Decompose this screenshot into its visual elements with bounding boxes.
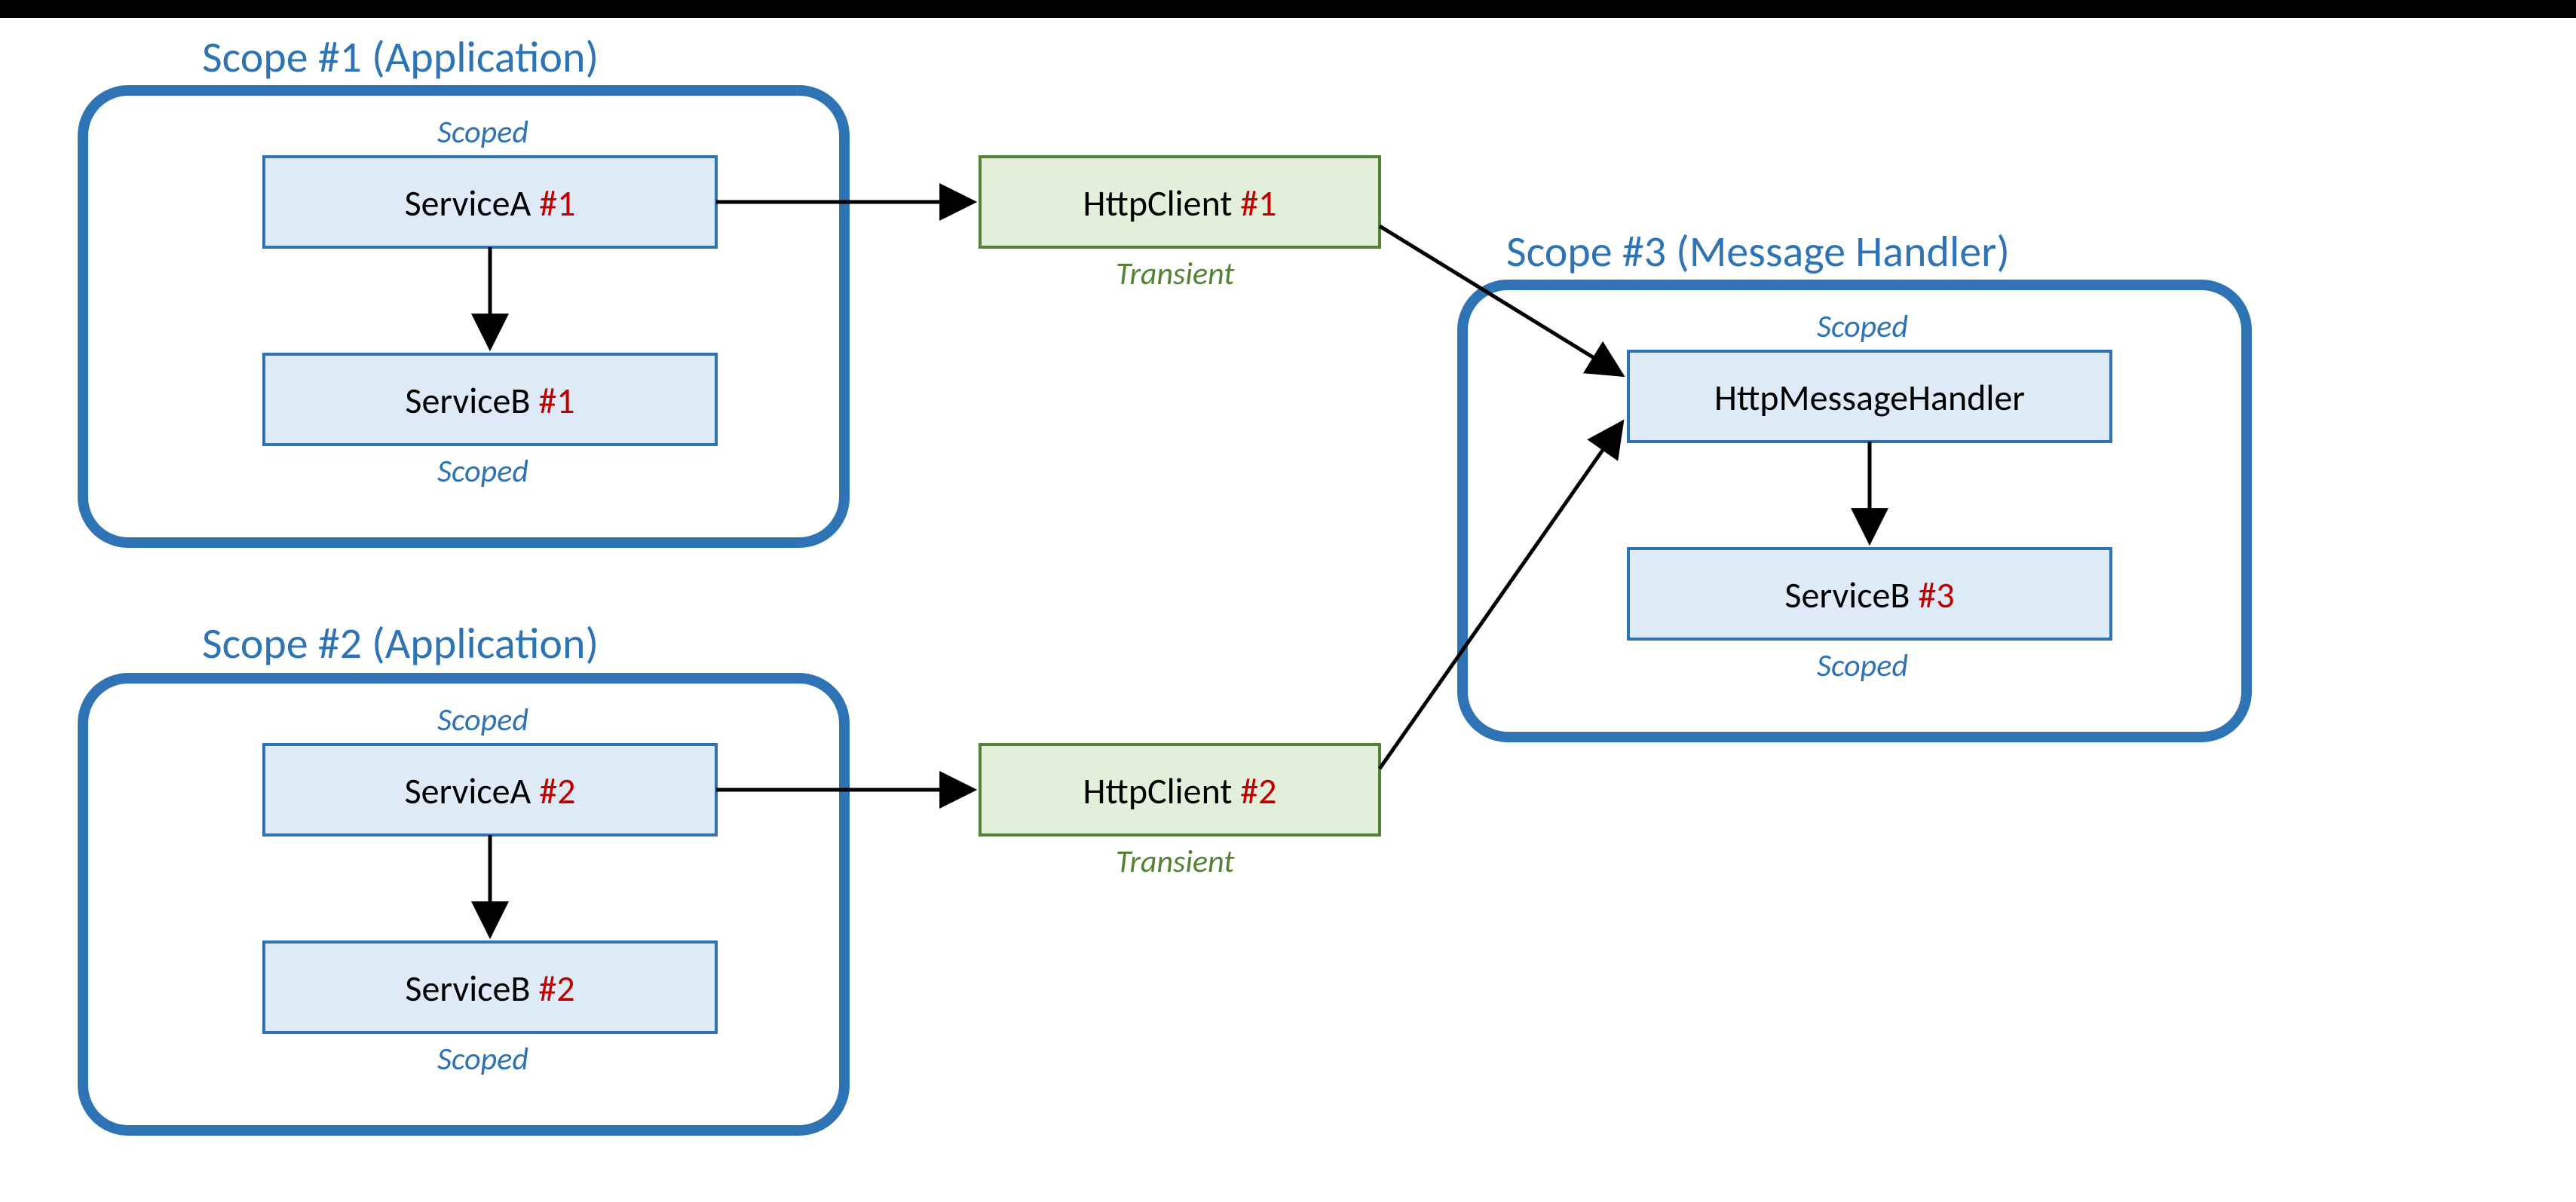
black-top-bar xyxy=(0,0,2576,18)
handler-lifetime: Scoped xyxy=(1817,307,1908,346)
serviceB3-lifetime: Scoped xyxy=(1817,647,1908,685)
handler-label: HttpMessageHandler xyxy=(1628,375,2111,420)
serviceB2-num: #2 xyxy=(538,966,574,1011)
serviceB2-lifetime: Scoped xyxy=(437,1040,528,1078)
serviceA2-label: ServiceA #2 xyxy=(264,769,716,813)
serviceA2-num: #2 xyxy=(539,769,575,813)
serviceB2-name: ServiceB xyxy=(405,966,538,1011)
serviceA1-num: #1 xyxy=(539,181,575,225)
scope2-title: Scope #2 (Application) xyxy=(202,616,599,670)
httpClient1-lifetime: Transient xyxy=(1116,255,1234,293)
httpClient2-lifetime: Transient xyxy=(1116,843,1234,881)
serviceA1-lifetime: Scoped xyxy=(437,113,528,151)
serviceB1-lifetime: Scoped xyxy=(437,452,528,491)
serviceB1-label: ServiceB #1 xyxy=(264,378,716,423)
httpClient2-label: HttpClient #2 xyxy=(980,769,1380,813)
serviceA1-name: ServiceA xyxy=(405,181,540,225)
scope3-title: Scope #3 (Message Handler) xyxy=(1506,225,2010,278)
httpClient2-name: HttpClient xyxy=(1083,769,1240,813)
serviceB1-name: ServiceB xyxy=(405,378,538,423)
serviceB1-num: #1 xyxy=(538,378,574,423)
handler-name: HttpMessageHandler xyxy=(1714,375,2025,420)
httpClient2-num: #2 xyxy=(1240,769,1276,813)
scope1-title: Scope #1 (Application) xyxy=(202,30,599,84)
httpClient1-name: HttpClient xyxy=(1083,181,1240,225)
serviceB3-num: #3 xyxy=(1918,573,1954,617)
serviceB3-name: ServiceB xyxy=(1784,573,1918,617)
arrow-httpClient2-handler xyxy=(1380,422,1622,769)
serviceB3-label: ServiceB #3 xyxy=(1628,573,2111,617)
httpClient1-num: #1 xyxy=(1240,181,1276,225)
serviceA1-label: ServiceA #1 xyxy=(264,181,716,225)
serviceB2-label: ServiceB #2 xyxy=(264,966,716,1011)
serviceA2-lifetime: Scoped xyxy=(437,701,528,739)
diagram-canvas: Scope #1 (Application) Scope #2 (Applica… xyxy=(0,0,2576,1202)
httpClient1-label: HttpClient #1 xyxy=(980,181,1380,225)
serviceA2-name: ServiceA xyxy=(405,769,540,813)
